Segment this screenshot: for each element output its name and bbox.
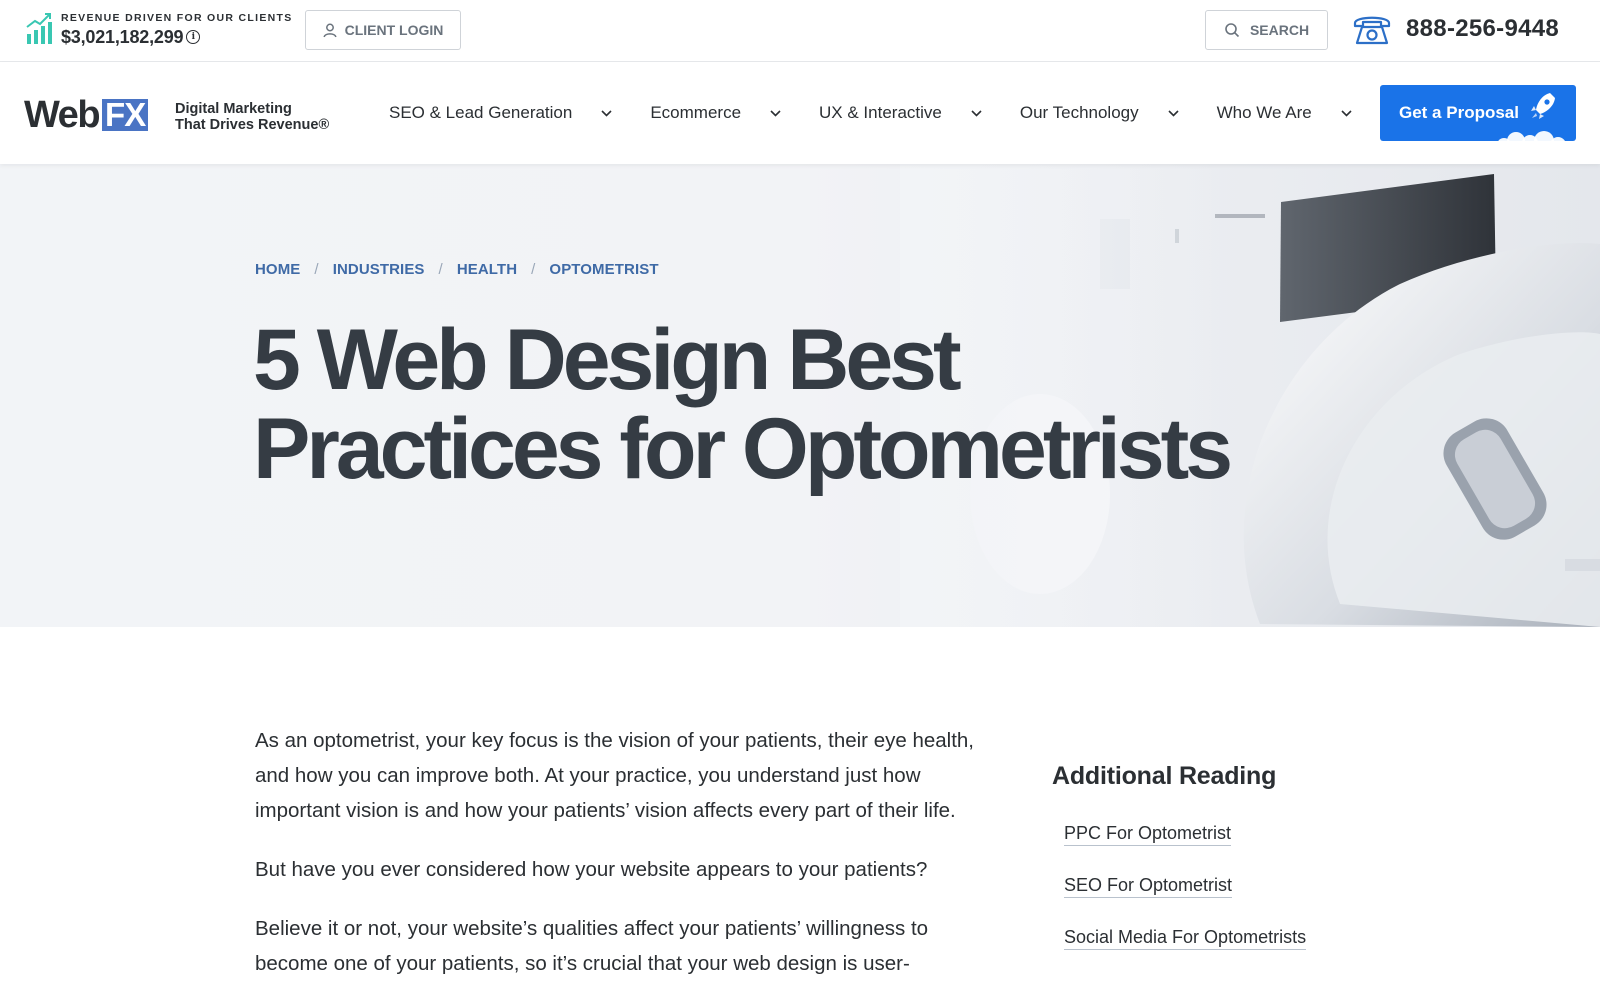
nav-item-label: UX & Interactive (819, 103, 942, 122)
chevron-down-icon (1168, 109, 1179, 117)
info-icon[interactable]: i (186, 30, 201, 44)
nav-item-label: Our Technology (1019, 103, 1139, 122)
article-paragraph: As an optometrist, your key focus is the… (255, 729, 975, 822)
article-body: As an optometrist, your key focus is the… (255, 723, 1005, 1000)
additional-reading-sidebar: Additional Reading PPC For Optometrist S… (1052, 762, 1372, 979)
logo-fx-text: FX (102, 98, 149, 132)
tagline-line-1: Digital Marketing (175, 101, 292, 117)
logo-web-text: Web (24, 94, 101, 136)
breadcrumb-separator: / (438, 261, 443, 278)
client-login-label: CLIENT LOGIN (344, 22, 444, 38)
nav-item-label: Who We Are (1216, 103, 1312, 122)
additional-reading-link[interactable]: SEO For Optometrist (1064, 875, 1233, 898)
chevron-down-icon (1341, 109, 1352, 117)
user-icon (323, 23, 337, 37)
search-icon (1225, 23, 1240, 38)
revenue-counter: REVENUE DRIVEN FOR OUR CLIENTS $3,021,18… (26, 11, 293, 48)
nav-item-who-we-are[interactable]: Who We Are (1217, 103, 1390, 123)
article-paragraph: But have you ever considered how your we… (255, 858, 928, 881)
page-title-line-1: 5 Web Design Best (253, 312, 962, 408)
nav-item-label: Ecommerce (650, 103, 742, 122)
page-title: 5 Web Design Best Practices for Optometr… (253, 316, 1353, 494)
client-login-button[interactable]: CLIENT LOGIN (305, 10, 461, 50)
phone-number[interactable]: 888-256-9448 (1406, 15, 1559, 43)
nav-item-label: SEO & Lead Generation (389, 103, 573, 122)
chevron-down-icon (770, 109, 781, 117)
breadcrumb-home[interactable]: HOME (255, 261, 300, 278)
breadcrumb-health[interactable]: HEALTH (457, 261, 517, 278)
nav-menu: SEO & Lead Generation Ecommerce UX & Int… (389, 62, 1390, 164)
revenue-label: REVENUE DRIVEN FOR OUR CLIENTS (61, 12, 293, 24)
search-label: SEARCH (1249, 22, 1310, 38)
nav-item-seo-lead-generation[interactable]: SEO & Lead Generation (389, 103, 650, 123)
nav-item-ux-interactive[interactable]: UX & Interactive (819, 103, 1020, 123)
article-paragraph: Believe it or not, your website’s qualit… (255, 917, 929, 975)
breadcrumb-separator: / (314, 261, 319, 278)
breadcrumb: HOME / INDUSTRIES / HEALTH / OPTOMETRIST (255, 261, 659, 278)
get-a-proposal-button[interactable]: Get a Proposal (1380, 85, 1576, 141)
cloud-decoration (1498, 131, 1565, 141)
search-button[interactable]: SEARCH (1205, 10, 1328, 50)
breadcrumb-separator: / (531, 261, 536, 278)
nav-item-our-technology[interactable]: Our Technology (1020, 103, 1217, 123)
hero-banner: HOME / INDUSTRIES / HEALTH / OPTOMETRIST… (0, 164, 1600, 627)
page-title-line-2: Practices for Optometrists (253, 401, 1233, 497)
tagline: Digital Marketing That Drives Revenue® (175, 101, 329, 133)
get-a-proposal-label: Get a Proposal (1399, 103, 1519, 122)
webfx-logo[interactable]: Web FX (24, 94, 149, 136)
phone-icon (1353, 16, 1391, 45)
additional-reading-link[interactable]: Social Media For Optometrists (1064, 927, 1307, 950)
main-navigation: Web FX Digital Marketing That Drives Rev… (0, 62, 1600, 164)
tagline-line-2: That Drives Revenue® (175, 117, 330, 133)
rocket-icon (1531, 93, 1555, 119)
phone-link[interactable]: 888-256-9448 (1352, 12, 1559, 46)
chevron-down-icon (971, 109, 982, 117)
nav-item-ecommerce[interactable]: Ecommerce (650, 103, 819, 123)
chevron-down-icon (601, 109, 612, 117)
additional-reading-heading: Additional Reading (1052, 762, 1277, 790)
top-bar: REVENUE DRIVEN FOR OUR CLIENTS $3,021,18… (0, 0, 1600, 62)
revenue-amount: $3,021,182,299 (61, 27, 184, 47)
breadcrumb-industries[interactable]: INDUSTRIES (333, 261, 425, 278)
breadcrumb-optometrist[interactable]: OPTOMETRIST (549, 261, 658, 278)
additional-reading-link[interactable]: PPC For Optometrist (1064, 823, 1232, 846)
revenue-chart-icon (26, 13, 52, 44)
